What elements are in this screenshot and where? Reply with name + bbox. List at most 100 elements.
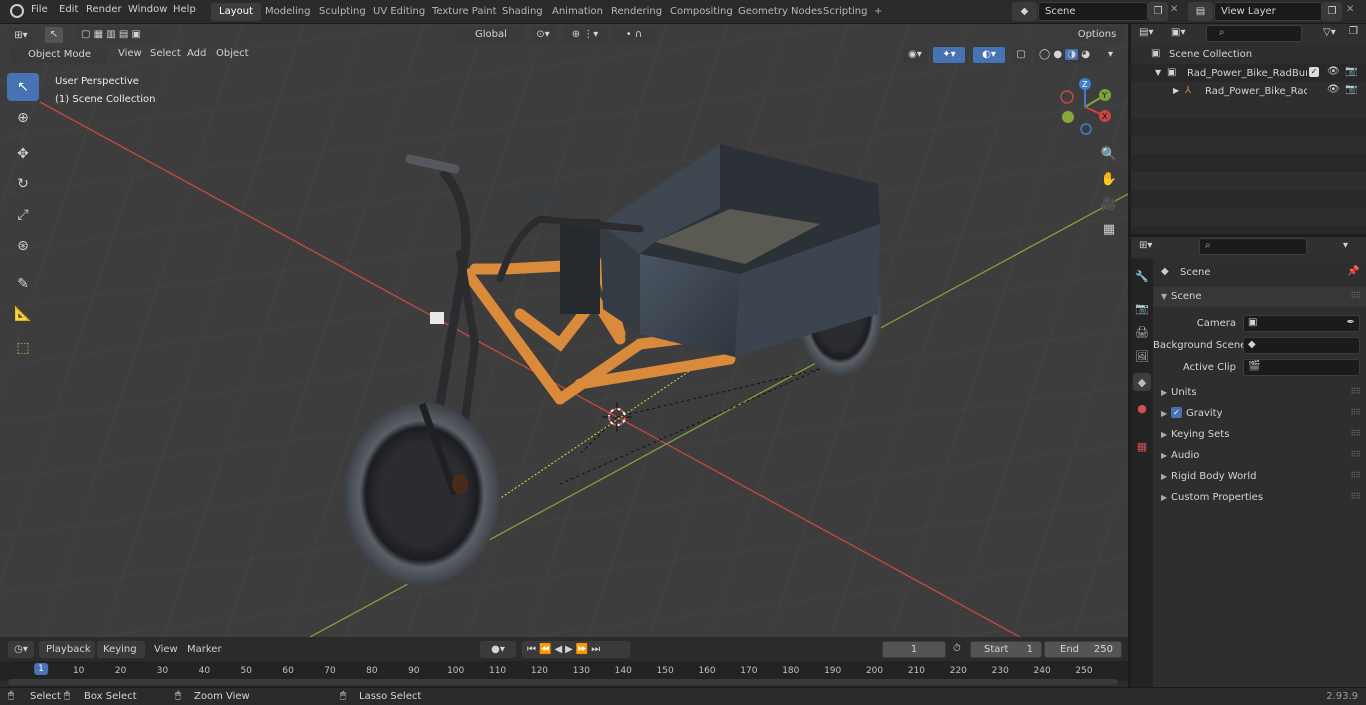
render-camera-icon[interactable]: 📷 [1345, 66, 1357, 77]
menu-window[interactable]: Window [128, 4, 167, 15]
preview-range-icon[interactable]: ⏱ [953, 643, 961, 654]
visibility-eye-icon[interactable]: 👁 [1327, 66, 1340, 77]
viewport-menu-view[interactable]: View [118, 48, 142, 59]
playback-controls[interactable]: ⏮⏪◀▶⏩⏭ [522, 641, 630, 658]
select-box-tool-icon[interactable]: ↖ [7, 73, 39, 101]
outliner-row-root[interactable]: ▣ Scene Collection [1131, 45, 1366, 63]
view-layer-tab-icon[interactable]: 🖼 [1133, 347, 1151, 365]
xray-icon[interactable]: ▢ [1012, 46, 1030, 64]
new-view-layer-icon[interactable]: ❐ [1322, 2, 1342, 21]
drag-grip-icon[interactable]: ⠿⠿ [1350, 291, 1361, 300]
proportional-edit-icon[interactable]: • ∩ [612, 26, 656, 44]
pivot-icon[interactable]: ⊙▾ [530, 26, 556, 44]
cursor-tool-icon[interactable]: ⊕ [7, 104, 39, 132]
annotate-tool-icon[interactable]: ✎ [7, 270, 39, 298]
tab-compositing[interactable]: Compositing [662, 3, 741, 21]
outliner-row-object[interactable]: ▶ ⅄ Rad_Power_Bike_RadBu 👁 📷 [1131, 82, 1366, 100]
end-frame-field[interactable]: End 250 [1044, 641, 1122, 658]
3d-viewport[interactable]: ⊞▾ ↖ ▢ ▦ ▥ ▤ ▣ Object Mode View Select A… [0, 24, 1128, 637]
view-layer-field[interactable]: View Layer [1214, 2, 1322, 21]
delete-scene-icon[interactable]: ✕ [1170, 4, 1178, 15]
keying-dropdown[interactable]: Keying [97, 641, 145, 658]
scale-tool-icon[interactable]: ⤢ [7, 201, 39, 229]
filter-icon[interactable]: ▽▾ [1323, 27, 1336, 38]
tab-uv-editing[interactable]: UV Editing [365, 3, 433, 21]
active-clip-field[interactable]: 🎬 [1243, 359, 1360, 376]
menu-file[interactable]: File [31, 4, 48, 15]
output-tab-icon[interactable]: 🖨 [1133, 323, 1151, 341]
drag-grip-icon[interactable]: ⠿⠿ [1350, 492, 1361, 501]
shading-mode-icons[interactable]: ◯ ● ◑ ◕ [1034, 46, 1106, 64]
viewport-menu-select[interactable]: Select [150, 48, 181, 59]
blender-logo-icon[interactable] [10, 4, 24, 18]
visibility-icon[interactable]: ◉▾ [902, 46, 928, 64]
keying-sets-section[interactable]: ▶ Keying Sets ⠿⠿ [1153, 425, 1366, 445]
scene-name-field[interactable]: Scene [1038, 2, 1148, 21]
ortho-grid-icon[interactable]: ▦ [1098, 217, 1120, 242]
menu-edit[interactable]: Edit [59, 4, 78, 15]
object-mode-dropdown[interactable]: Object Mode [9, 46, 107, 64]
world-tab-icon[interactable]: ● [1133, 399, 1151, 417]
properties-options-icon[interactable]: ▾ [1343, 240, 1348, 251]
zoom-icon[interactable]: 🔍 [1098, 142, 1120, 167]
expand-icon[interactable]: ▶ [1173, 86, 1179, 95]
gravity-section[interactable]: ▶ ✓ Gravity ⠿⠿ [1153, 404, 1366, 424]
pin-icon[interactable]: 📌 [1347, 266, 1359, 277]
display-mode-icon[interactable]: ▣▾ [1171, 27, 1185, 38]
drag-grip-icon[interactable]: ⠿⠿ [1350, 387, 1361, 396]
new-collection-icon[interactable]: ❐ [1349, 26, 1358, 37]
expand-icon[interactable]: ▼ [1155, 68, 1161, 77]
select-tool-icon[interactable]: ↖ [44, 26, 64, 44]
editor-type-icon[interactable]: ⊞▾ [8, 27, 34, 45]
timeline-editor-type-icon[interactable]: ◷▾ [8, 641, 34, 658]
snap-icon[interactable]: ⊕ ⋮▾ [562, 26, 608, 44]
tab-shading[interactable]: Shading [494, 3, 551, 21]
overlay-toggle-icon[interactable]: ◐▾ [972, 46, 1006, 64]
menu-render[interactable]: Render [86, 4, 122, 15]
options-dropdown[interactable]: Options [1070, 26, 1124, 44]
custom-properties-section[interactable]: ▶ Custom Properties ⠿⠿ [1153, 488, 1366, 508]
tab-layout[interactable]: Layout [211, 3, 261, 21]
measure-tool-icon[interactable]: 📐 [7, 300, 39, 328]
exclude-checkbox[interactable]: ✓ [1309, 67, 1319, 77]
render-camera-icon[interactable]: 📷 [1345, 84, 1357, 95]
texture-tab-icon[interactable]: ▦ [1133, 437, 1151, 455]
camera-view-icon[interactable]: 🎥 [1098, 192, 1120, 217]
outliner-editor-type-icon[interactable]: ▤▾ [1139, 27, 1153, 38]
gravity-checkbox[interactable]: ✓ [1171, 407, 1182, 418]
scene-browse-icon[interactable]: ◆ [1012, 2, 1037, 21]
outliner-row-collection[interactable]: ▼ ▣ Rad_Power_Bike_RadBurro_v ✓ 👁 📷 [1131, 64, 1366, 82]
timeline-scrollbar[interactable] [8, 679, 1118, 685]
tab-texture-paint[interactable]: Texture Paint [424, 3, 505, 21]
units-section[interactable]: ▶ Units ⠿⠿ [1153, 383, 1366, 403]
shading-options-icon[interactable]: ▾ [1108, 49, 1113, 60]
properties-search-input[interactable] [1199, 238, 1307, 255]
eyedropper-icon[interactable]: ✒ [1347, 317, 1355, 328]
move-tool-icon[interactable]: ✥ [7, 140, 39, 168]
menu-help[interactable]: Help [173, 4, 196, 15]
properties-editor-type-icon[interactable]: ⊞▾ [1139, 240, 1152, 251]
current-frame-field[interactable]: 1 [882, 641, 946, 658]
view-layer-browse-icon[interactable]: ▤ [1188, 2, 1213, 21]
add-workspace-icon[interactable]: + [866, 3, 890, 21]
drag-grip-icon[interactable]: ⠿⠿ [1350, 471, 1361, 480]
rigid-body-world-section[interactable]: ▶ Rigid Body World ⠿⠿ [1153, 467, 1366, 487]
selection-mode-icons[interactable]: ▢ ▦ ▥ ▤ ▣ [76, 26, 162, 44]
background-scene-field[interactable]: ◆ [1243, 337, 1360, 354]
orientation-dropdown[interactable]: Global [454, 26, 524, 44]
rotate-tool-icon[interactable]: ↻ [7, 170, 39, 198]
tab-modeling[interactable]: Modeling [257, 3, 319, 21]
tab-animation[interactable]: Animation [544, 3, 611, 21]
drag-grip-icon[interactable]: ⠿⠿ [1350, 429, 1361, 438]
drag-grip-icon[interactable]: ⠿⠿ [1350, 408, 1361, 417]
viewport-menu-object[interactable]: Object [216, 48, 249, 59]
drag-grip-icon[interactable]: ⠿⠿ [1350, 450, 1361, 459]
navigation-gizmo[interactable]: Z Y X [1055, 74, 1125, 144]
audio-section[interactable]: ▶ Audio ⠿⠿ [1153, 446, 1366, 466]
timeline-menu-marker[interactable]: Marker [187, 644, 222, 655]
start-frame-field[interactable]: Start 1 [970, 641, 1042, 658]
timeline-menu-view[interactable]: View [154, 644, 178, 655]
tab-rendering[interactable]: Rendering [603, 3, 670, 21]
scene-panel-header[interactable]: ▼ Scene ⠿⠿ [1153, 287, 1366, 307]
new-scene-icon[interactable]: ❐ [1148, 2, 1168, 21]
